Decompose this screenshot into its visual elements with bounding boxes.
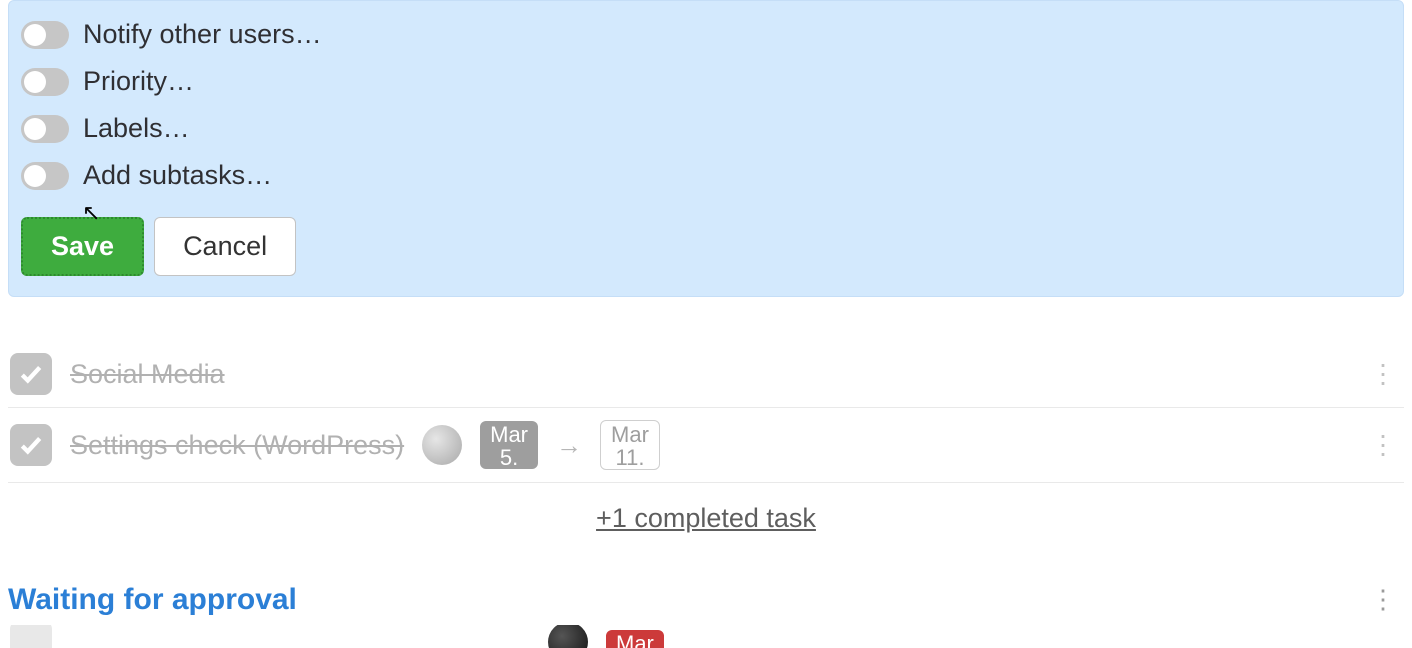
end-date-chip[interactable]: Mar 11. bbox=[600, 420, 660, 470]
toggle-label: Priority… bbox=[83, 66, 194, 97]
task-title: Settings check (WordPress) bbox=[70, 430, 404, 461]
date-day: 5. bbox=[500, 446, 518, 469]
section-title[interactable]: Waiting for approval bbox=[8, 583, 297, 617]
section-menu-button[interactable]: ⋮ bbox=[1362, 580, 1404, 619]
task-checkbox[interactable] bbox=[10, 353, 52, 395]
task-title: Social Media bbox=[70, 359, 225, 390]
toggle-label: Add subtasks… bbox=[83, 160, 272, 191]
task-menu-button[interactable]: ⋮ bbox=[1362, 355, 1404, 394]
date-month: Mar bbox=[616, 632, 654, 648]
panel-actions: Save Cancel bbox=[21, 217, 1391, 276]
toggle-row-labels: Labels… bbox=[21, 105, 1391, 152]
date-month: Mar bbox=[611, 423, 649, 446]
check-icon bbox=[18, 361, 44, 387]
task-row-partial[interactable]: Mar bbox=[0, 625, 1412, 648]
toggle-label: Labels… bbox=[83, 113, 190, 144]
show-completed-link[interactable]: +1 completed task bbox=[8, 483, 1404, 544]
toggle-labels[interactable] bbox=[21, 115, 69, 143]
toggle-notify[interactable] bbox=[21, 21, 69, 49]
task-row[interactable]: Settings check (WordPress) Mar 5. → Mar … bbox=[8, 408, 1404, 483]
section-header: Waiting for approval ⋮ bbox=[0, 544, 1412, 625]
assignee-avatar[interactable] bbox=[422, 425, 462, 465]
task-checkbox[interactable] bbox=[10, 424, 52, 466]
tasks-area: Social Media ⋮ Settings check (WordPress… bbox=[0, 297, 1412, 544]
toggle-row-notify: Notify other users… bbox=[21, 11, 1391, 58]
toggle-priority[interactable] bbox=[21, 68, 69, 96]
toggle-label: Notify other users… bbox=[83, 19, 322, 50]
task-menu-button[interactable]: ⋮ bbox=[1362, 426, 1404, 465]
task-edit-panel: Notify other users… Priority… Labels… Ad… bbox=[8, 0, 1404, 297]
toggle-subtasks[interactable] bbox=[21, 162, 69, 190]
start-date-chip[interactable]: Mar bbox=[606, 630, 664, 648]
toggle-row-subtasks: Add subtasks… bbox=[21, 152, 1391, 199]
task-checkbox[interactable] bbox=[10, 625, 52, 648]
date-month: Mar bbox=[490, 423, 528, 446]
check-icon bbox=[18, 432, 44, 458]
cancel-button[interactable]: Cancel bbox=[154, 217, 296, 276]
arrow-right-icon: → bbox=[556, 430, 582, 461]
date-day: 11. bbox=[615, 446, 644, 469]
save-button[interactable]: Save bbox=[21, 217, 144, 276]
start-date-chip[interactable]: Mar 5. bbox=[480, 421, 538, 469]
toggle-row-priority: Priority… bbox=[21, 58, 1391, 105]
task-row[interactable]: Social Media ⋮ bbox=[8, 341, 1404, 408]
assignee-avatar[interactable] bbox=[548, 625, 588, 648]
